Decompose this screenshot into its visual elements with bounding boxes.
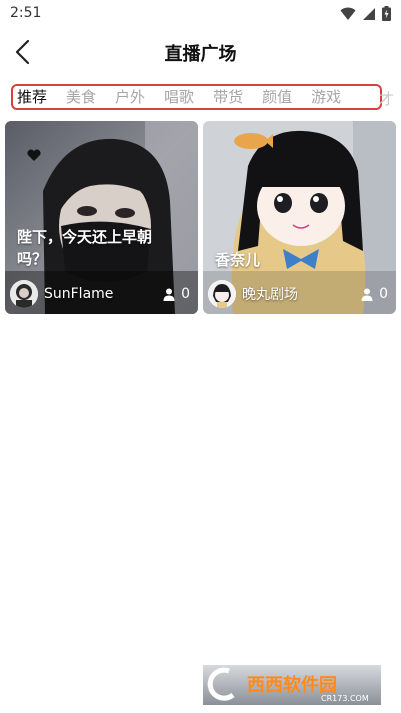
person-icon xyxy=(361,288,373,301)
room-footer: SunFlame 0 xyxy=(10,280,190,308)
site-watermark-logo: 西西软件园 CR173.COM xyxy=(203,665,381,705)
person-icon xyxy=(163,288,175,301)
tab-food[interactable]: 美食 xyxy=(66,86,96,108)
tab-recommended[interactable]: 推荐 xyxy=(17,86,47,108)
viewer-count: 0 xyxy=(361,286,388,302)
anchor-name: 晚丸剧场 xyxy=(242,287,298,303)
viewer-count: 0 xyxy=(163,286,190,302)
tab-outdoor[interactable]: 户外 xyxy=(115,86,145,108)
anchor-avatar xyxy=(208,280,236,308)
battery-icon xyxy=(382,6,391,21)
category-tabs: 推荐 美食 户外 唱歌 带货 颜值 游戏 才 xyxy=(11,84,394,110)
live-room-card[interactable]: 陛下，今天还上早朝吗？ SunFlame 0 xyxy=(5,121,198,314)
tab-singing[interactable]: 唱歌 xyxy=(164,86,194,108)
status-bar: 2:51 xyxy=(0,0,401,28)
header: 直播广场 xyxy=(0,30,401,74)
tab-overflow-hint: 才 xyxy=(378,90,394,108)
room-footer: 晚丸剧场 0 xyxy=(208,280,388,308)
anchor-avatar xyxy=(10,280,38,308)
status-time: 2:51 xyxy=(10,5,42,21)
watermark-url: CR173.COM xyxy=(321,694,369,703)
watermark-brand: 西西软件园 xyxy=(247,674,337,696)
room-title: 陛下，今天还上早朝吗？ xyxy=(17,228,153,268)
status-icons xyxy=(340,6,391,21)
heart-icon xyxy=(27,149,41,161)
page-title: 直播广场 xyxy=(164,44,237,65)
viewer-count-value: 0 xyxy=(181,286,190,302)
viewer-count-value: 0 xyxy=(379,286,388,302)
cellular-signal-icon xyxy=(363,7,375,20)
live-room-card[interactable]: 香奈儿 晚丸剧场 0 xyxy=(203,121,396,314)
room-title: 香奈儿 xyxy=(215,251,261,269)
tab-shopping[interactable]: 带货 xyxy=(213,86,243,108)
tab-looks[interactable]: 颜值 xyxy=(262,86,292,108)
wifi-icon xyxy=(340,7,356,20)
anchor-name: SunFlame xyxy=(44,286,114,302)
tab-games[interactable]: 游戏 xyxy=(311,86,341,108)
